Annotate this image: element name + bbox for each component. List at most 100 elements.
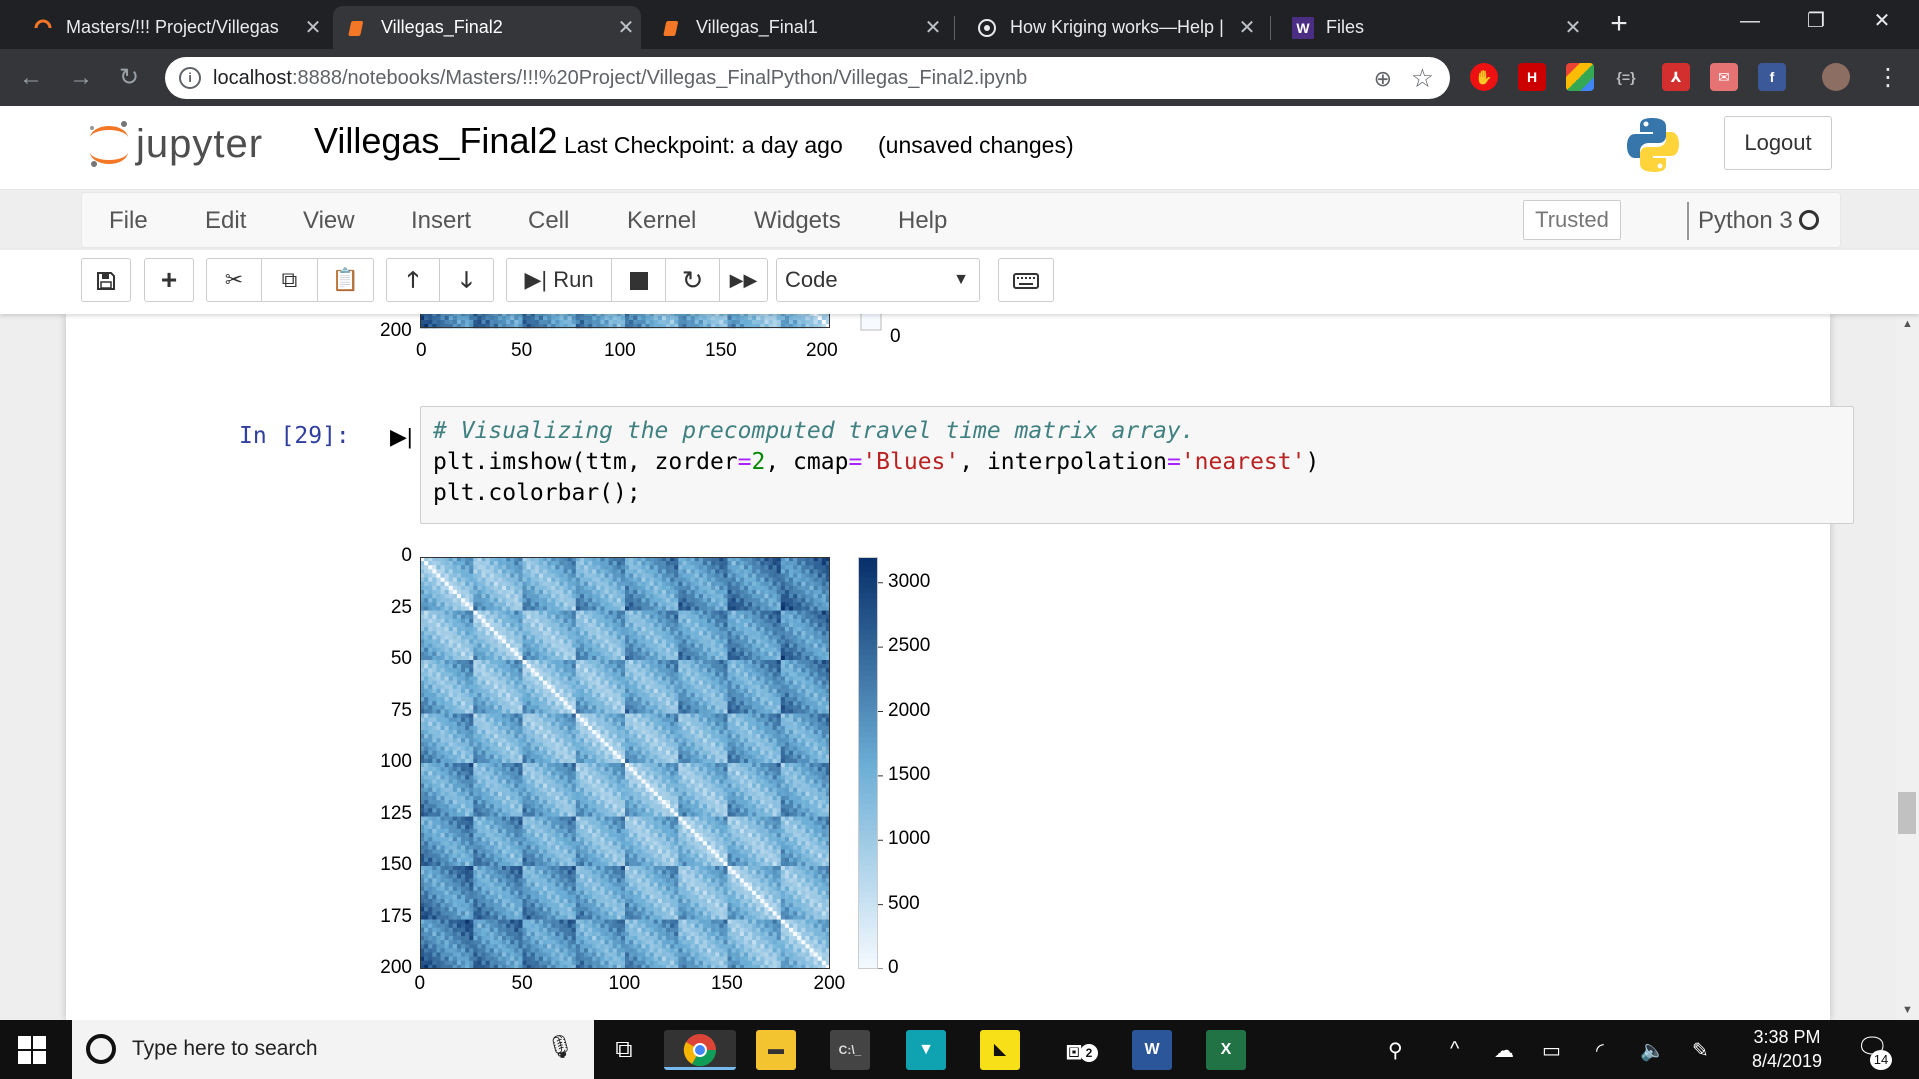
menu-cell[interactable]: Cell (528, 207, 569, 235)
copy-button[interactable]: ⧉ (262, 258, 318, 302)
menu-view[interactable]: View (303, 207, 355, 235)
site-info-icon[interactable]: i (179, 67, 201, 89)
heatmap-cell (424, 631, 429, 636)
code-extension-icon[interactable]: {=} (1612, 63, 1640, 91)
color-extension-icon[interactable] (1566, 63, 1594, 91)
heatmap-cell (432, 713, 437, 718)
heatmap-cell (686, 569, 691, 574)
heatmap-cell (707, 672, 712, 677)
heatmap-cell (620, 602, 626, 607)
menu-help[interactable]: Help (898, 207, 947, 235)
heatmap-cell (772, 660, 777, 665)
notebook-name[interactable]: Villegas_Final2 (314, 120, 558, 162)
heatmap-cell (592, 664, 597, 669)
restore-icon[interactable]: ❐ (1796, 6, 1836, 36)
run-button[interactable]: ▶︎| Run (506, 258, 612, 302)
heatmap-cell (686, 672, 691, 677)
mail-extension-icon[interactable]: ✉ (1710, 63, 1738, 91)
heatmap-cell (715, 684, 720, 690)
heatmap-cell (448, 688, 454, 694)
minimize-icon[interactable]: — (1730, 6, 1770, 36)
close-tab-icon[interactable]: ✕ (611, 15, 641, 40)
save-button[interactable] (81, 258, 131, 302)
heatmap-cell (674, 577, 679, 583)
heatmap-cell (473, 565, 478, 570)
heatmap-cell (514, 643, 519, 648)
extension-icon[interactable]: H (1518, 63, 1546, 91)
move-down-button[interactable]: 🡓 (440, 258, 494, 302)
tab-how-kriging-works[interactable]: How Kriging works—Help | ✕ (962, 6, 1262, 49)
insert-cell-button[interactable]: + (144, 258, 194, 302)
adblock-extension-icon[interactable]: ✋ (1470, 63, 1498, 91)
heatmap-cell (719, 606, 724, 611)
heatmap-cell (608, 664, 613, 669)
close-tab-icon[interactable]: ✕ (918, 15, 948, 40)
jupyter-logo[interactable]: jupyter (86, 116, 296, 176)
menu-kernel[interactable]: Kernel (627, 207, 696, 235)
heatmap-cell (620, 713, 626, 718)
menu-edit[interactable]: Edit (205, 207, 246, 235)
heatmap-cell (649, 316, 654, 321)
url-text[interactable]: localhost:8888/notebooks/Masters/!!!%20P… (213, 67, 1027, 90)
heatmap-cell (518, 668, 523, 673)
heatmap-cell (461, 316, 466, 321)
heatmap-cell (739, 705, 745, 710)
profile-avatar[interactable] (1822, 63, 1850, 91)
close-tab-icon[interactable]: ✕ (298, 15, 328, 40)
address-bar[interactable]: i localhost:8888/notebooks/Masters/!!!%2… (165, 57, 1450, 99)
tab-villegas-final2[interactable]: Villegas_Final2 ✕ (333, 6, 641, 49)
heatmap-cell (592, 594, 597, 599)
heatmap-cell (608, 565, 613, 570)
heatmap-cell (817, 581, 823, 587)
heatmap-cell (452, 664, 458, 669)
pdf-extension-icon[interactable]: ⅄ (1662, 63, 1690, 91)
zoom-icon[interactable]: ⊕ (1374, 66, 1392, 92)
move-up-button[interactable]: 🡑 (386, 258, 440, 302)
facebook-extension-icon[interactable]: f (1758, 63, 1786, 91)
heatmap-cell (727, 320, 732, 325)
heatmap-cell (530, 316, 536, 321)
heatmap-cell (653, 606, 659, 611)
heatmap-cell (702, 647, 708, 653)
kernel-name[interactable]: Python 3 (1698, 207, 1793, 235)
cut-button[interactable]: ✂ (206, 258, 262, 302)
bookmark-star-icon[interactable]: ☆ (1411, 63, 1434, 94)
menu-widgets[interactable]: Widgets (754, 207, 841, 235)
heatmap-cell (649, 734, 654, 739)
heatmap-cell (756, 705, 761, 710)
heatmap-cell (514, 573, 519, 578)
heatmap-cell (485, 594, 490, 599)
reload-icon[interactable]: ↻ (114, 63, 144, 93)
code-cell-editor[interactable]: # Visualizing the precomputed travel tim… (420, 406, 1854, 524)
heatmap-cell (551, 602, 556, 607)
restart-button[interactable]: ↻ (666, 258, 720, 302)
heatmap-cell (735, 622, 741, 628)
trusted-badge[interactable]: Trusted (1523, 200, 1621, 240)
heatmap-cell (477, 664, 482, 669)
new-tab-button[interactable]: + (1604, 9, 1634, 40)
tab-villegas-final1[interactable]: Villegas_Final1 ✕ (648, 6, 948, 49)
browser-menu-icon[interactable]: ⋮ (1873, 63, 1903, 93)
menu-insert[interactable]: Insert (411, 207, 471, 235)
interrupt-button[interactable] (612, 258, 666, 302)
restart-run-all-button[interactable]: ▶▶ (720, 258, 768, 302)
logout-button[interactable]: Logout (1724, 116, 1832, 170)
heatmap-cell (530, 573, 536, 578)
tab-files[interactable]: W Files ✕ (1278, 6, 1588, 49)
menu-file[interactable]: File (109, 207, 148, 235)
tab-masters-project[interactable]: Masters/!!! Project/Villegas ✕ (18, 6, 328, 49)
close-window-icon[interactable]: ✕ (1862, 6, 1902, 36)
heatmap-cell (735, 316, 741, 321)
command-palette-button[interactable] (998, 258, 1054, 302)
paste-button[interactable]: 📋 (318, 258, 374, 302)
heatmap-cell (678, 647, 683, 653)
forward-icon[interactable]: → (66, 63, 96, 93)
cell-run-indicator-icon[interactable]: ▶︎| (390, 424, 413, 450)
close-tab-icon[interactable]: ✕ (1232, 15, 1262, 40)
heatmap-cell (666, 697, 671, 702)
heatmap-cell (784, 692, 790, 698)
heatmap-cell (637, 709, 642, 714)
cell-type-select[interactable]: Code ▼ (776, 258, 980, 302)
back-icon[interactable]: ← (16, 63, 46, 93)
close-tab-icon[interactable]: ✕ (1558, 15, 1588, 40)
